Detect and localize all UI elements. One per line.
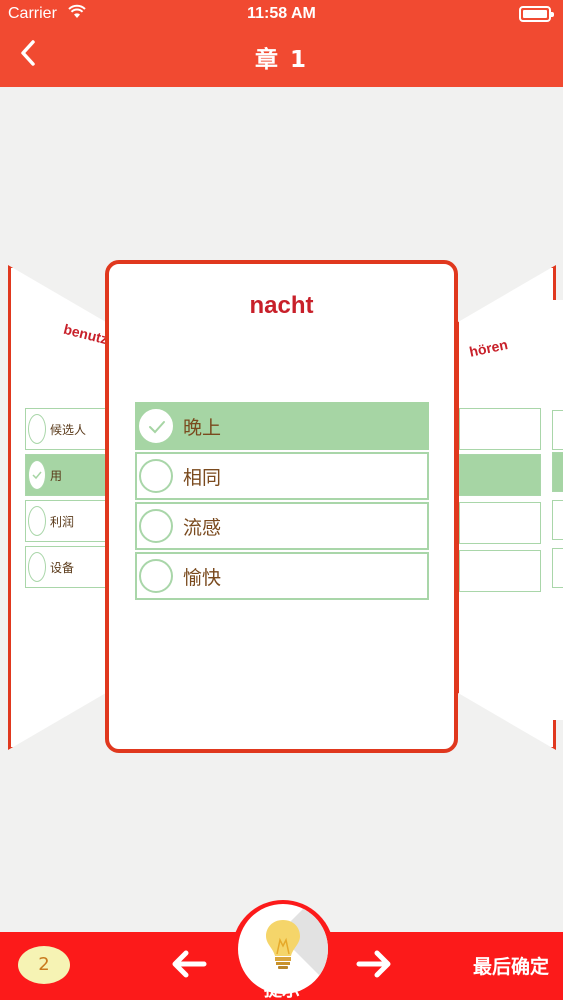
radio-icon xyxy=(28,506,46,536)
radio-icon xyxy=(139,459,173,493)
answer-option-label: 愉快 xyxy=(183,566,222,589)
answer-option-label: 相同 xyxy=(183,466,222,489)
final-confirm-button[interactable]: 最后确定 xyxy=(473,952,549,979)
previous-option: 设备 xyxy=(25,546,108,588)
next-option xyxy=(459,408,541,450)
radio-icon xyxy=(139,559,173,593)
previous-card[interactable]: benutzen 候选人 用 利润 设备 xyxy=(8,265,108,750)
radio-icon xyxy=(28,552,46,582)
status-bar: Carrier 11:58 AM xyxy=(0,0,563,30)
arrow-left-icon xyxy=(172,950,207,978)
next-option xyxy=(459,502,541,544)
lightbulb-icon xyxy=(266,920,300,969)
answer-option-1[interactable]: 晚上 xyxy=(135,402,429,450)
arrow-right-icon xyxy=(356,950,391,978)
hint-label: 提示 xyxy=(264,980,300,1000)
answer-option-label: 晚上 xyxy=(183,416,222,439)
answer-option-4[interactable]: 愉快 xyxy=(135,552,429,600)
previous-option: 利润 xyxy=(25,500,108,542)
next-card[interactable]: hören xyxy=(456,265,556,750)
nav-header: Carrier 11:58 AM 章 1 xyxy=(0,0,563,87)
radio-icon xyxy=(28,414,46,444)
card-word: nacht xyxy=(249,292,314,319)
far-next-card xyxy=(552,300,563,720)
answer-option-label: 流感 xyxy=(183,516,222,539)
previous-button[interactable] xyxy=(170,948,208,984)
radio-icon xyxy=(139,509,173,543)
next-option-selected xyxy=(459,454,541,496)
check-icon xyxy=(28,460,46,490)
check-icon xyxy=(139,409,173,443)
page-title: 章 1 xyxy=(254,47,308,73)
current-card: nacht 晚上 相同 流感 愉快 xyxy=(105,260,458,753)
next-option xyxy=(459,550,541,592)
previous-option-selected: 用 xyxy=(25,454,108,496)
battery-icon xyxy=(519,6,554,22)
previous-option: 候选人 xyxy=(25,408,108,450)
count-badge: 2 xyxy=(18,946,70,984)
answer-options: 晚上 相同 流感 愉快 xyxy=(135,402,429,602)
answer-option-3[interactable]: 流感 xyxy=(135,502,429,550)
next-card-word: hören xyxy=(467,336,510,360)
answer-option-2[interactable]: 相同 xyxy=(135,452,429,500)
next-button[interactable] xyxy=(355,948,393,984)
status-time: 11:58 AM xyxy=(247,5,316,22)
